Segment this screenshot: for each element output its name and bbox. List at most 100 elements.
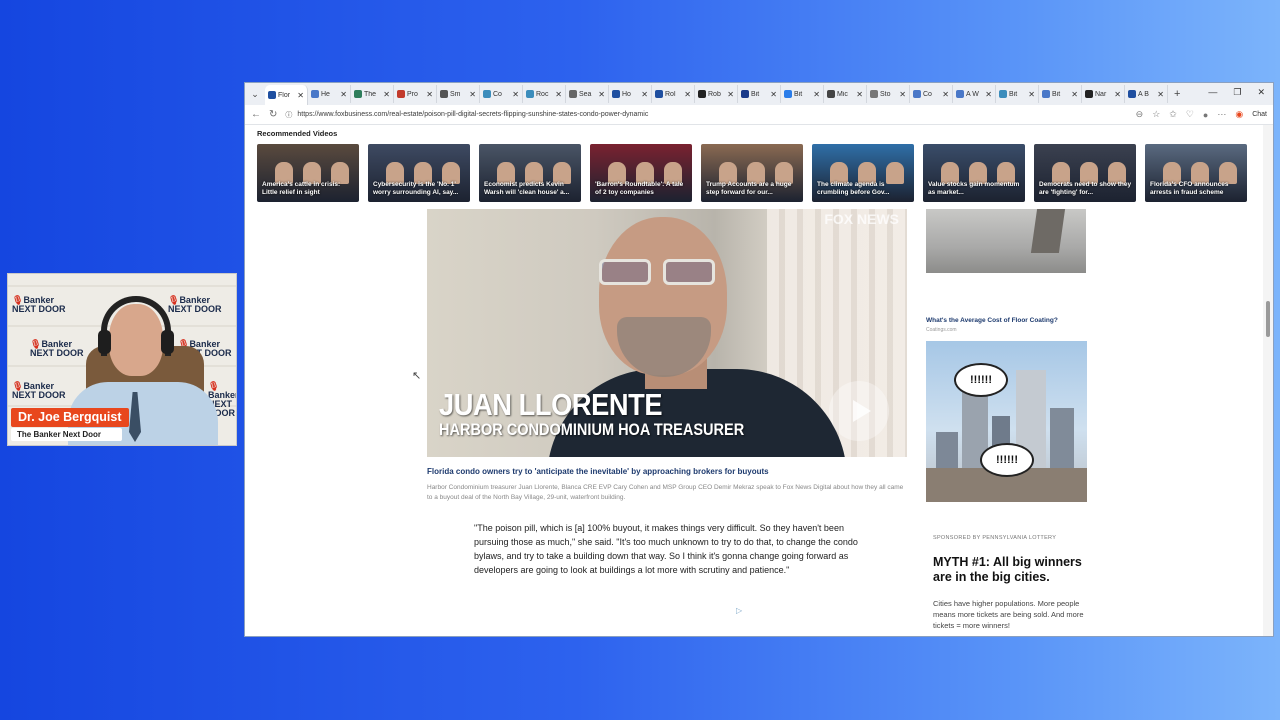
play-icon[interactable] <box>829 381 889 441</box>
tab-close-icon[interactable]: ✕ <box>942 90 949 99</box>
restore-icon[interactable]: ❐ <box>1233 87 1241 98</box>
browser-tab[interactable]: Flor ✕ <box>265 85 308 105</box>
tab-label: Bit <box>751 90 760 98</box>
browser-tab[interactable]: The ✕ <box>351 85 394 103</box>
recommended-video-card[interactable]: Democrats need to show they are 'fightin… <box>1034 144 1136 202</box>
article-quote: "The poison pill, which is [a] 100% buyo… <box>474 523 858 575</box>
tab-label: Pro <box>407 90 418 98</box>
recommended-video-caption: Florida's CFO announces arrests in fraud… <box>1150 181 1229 196</box>
tab-close-icon[interactable]: ✕ <box>899 90 906 99</box>
tab-list-chevron-icon[interactable]: ⌄ <box>245 89 265 100</box>
tab-close-icon[interactable]: ✕ <box>512 90 519 99</box>
recommended-video-card[interactable]: Economist predicts Kevin Warsh will 'cle… <box>479 144 581 202</box>
recommended-video-caption: Democrats need to show they are 'fightin… <box>1039 181 1132 196</box>
page-scrollbar[interactable] <box>1263 125 1273 636</box>
read-aloud-icon[interactable]: ⊖ <box>1136 109 1144 120</box>
url-field[interactable]: ⓘ https://www.foxbusiness.com/real-estat… <box>285 107 1127 123</box>
browser-tab[interactable]: Mic ✕ <box>824 85 867 103</box>
tab-favicon-icon <box>483 90 491 98</box>
tab-favicon-icon <box>612 90 620 98</box>
browser-tab[interactable]: Bit ✕ <box>738 85 781 103</box>
more-menu-icon[interactable]: ⋯ <box>1217 109 1226 120</box>
scrollbar-thumb[interactable] <box>1266 301 1270 337</box>
browser-tab[interactable]: Pro ✕ <box>394 85 437 103</box>
tab-close-icon[interactable]: ✕ <box>555 90 562 99</box>
tab-close-icon[interactable]: ✕ <box>1028 90 1035 99</box>
tab-close-icon[interactable]: ✕ <box>383 90 390 99</box>
browser-tab[interactable]: Bit ✕ <box>996 85 1039 103</box>
browser-tab[interactable]: Nar ✕ <box>1082 85 1125 103</box>
browser-tab[interactable]: A B ✕ <box>1125 85 1168 103</box>
tab-label: A W <box>966 90 979 98</box>
browser-tab[interactable]: Ho ✕ <box>609 85 652 103</box>
tab-close-icon[interactable]: ✕ <box>727 90 734 99</box>
tab-close-icon[interactable]: ✕ <box>684 90 691 99</box>
browser-tab[interactable]: Rob ✕ <box>695 85 738 103</box>
tab-close-icon[interactable]: ✕ <box>426 90 433 99</box>
recommended-video-card[interactable]: The climate agenda is crumbling before G… <box>812 144 914 202</box>
refresh-icon[interactable]: ↻ <box>269 109 277 120</box>
backdrop-logo: 🎙Banker NEXT DOOR <box>12 381 66 400</box>
tab-close-icon[interactable]: ✕ <box>813 90 820 99</box>
recommended-video-card[interactable]: Trump Accounts are a huge step forward f… <box>701 144 803 202</box>
tab-close-icon[interactable]: ✕ <box>985 90 992 99</box>
new-tab-button[interactable]: + <box>1168 88 1186 100</box>
tab-close-icon[interactable]: ✕ <box>1071 90 1078 99</box>
recommended-video-card[interactable]: America's cattle in crisis: Little relie… <box>257 144 359 202</box>
recommended-video-card[interactable]: Florida's CFO announces arrests in fraud… <box>1145 144 1247 202</box>
recommended-video-card[interactable]: Value stocks gain momentum as market... <box>923 144 1025 202</box>
browser-tab[interactable]: Co ✕ <box>910 85 953 103</box>
browser-tab[interactable]: Rol ✕ <box>652 85 695 103</box>
browser-tab[interactable]: Bit ✕ <box>1039 85 1082 103</box>
tab-label: Mic <box>837 90 848 98</box>
floor-coating-ad-image[interactable] <box>926 209 1086 273</box>
tab-close-icon[interactable]: ✕ <box>770 90 777 99</box>
recommended-video-card[interactable]: 'Barron's Roundtable': A tale of 2 toy c… <box>590 144 692 202</box>
tab-favicon-icon <box>397 90 405 98</box>
back-icon[interactable]: ← <box>251 109 261 120</box>
floor-coating-ad-title[interactable]: What's the Average Cost of Floor Coating… <box>926 317 1058 324</box>
copilot-icon[interactable]: ◉ <box>1235 109 1243 120</box>
profile-avatar[interactable]: ● <box>1203 110 1208 120</box>
sponsored-headline[interactable]: MYTH #1: All big winners are in the big … <box>933 555 1093 585</box>
tab-close-icon[interactable]: ✕ <box>598 90 605 99</box>
tab-favicon-icon <box>870 90 878 98</box>
browser-tab[interactable]: Sea ✕ <box>566 85 609 103</box>
tab-favicon-icon <box>268 91 276 99</box>
tab-close-icon[interactable]: ✕ <box>469 90 476 99</box>
tab-close-icon[interactable]: ✕ <box>1157 90 1164 99</box>
lottery-ad-image[interactable]: !!!!!! !!!!!! <box>926 341 1087 502</box>
browser-tab[interactable]: Bit ✕ <box>781 85 824 103</box>
tab-label: Roc <box>536 90 549 98</box>
article-video[interactable]: FOX NEWS JUAN LLORENTE HARBOR CONDOMINIU… <box>427 209 907 457</box>
browser-tab[interactable]: Sm ✕ <box>437 85 480 103</box>
site-info-icon[interactable]: ⓘ <box>285 110 292 120</box>
minimize-icon[interactable]: — <box>1208 87 1217 98</box>
chat-button[interactable]: Chat <box>1252 111 1267 118</box>
tab-close-icon[interactable]: ✕ <box>340 90 347 99</box>
close-window-icon[interactable]: ✕ <box>1257 87 1265 98</box>
tab-close-icon[interactable]: ✕ <box>1114 90 1121 99</box>
fox-news-watermark: FOX NEWS <box>824 211 899 227</box>
ad-choices-icon[interactable]: ▷ <box>736 606 742 615</box>
video-headline[interactable]: Florida condo owners try to 'anticipate … <box>427 467 769 476</box>
tab-close-icon[interactable]: ✕ <box>297 91 304 100</box>
browser-tab[interactable]: Sto ✕ <box>867 85 910 103</box>
favorite-star-icon[interactable]: ☆ <box>1152 109 1160 120</box>
tab-close-icon[interactable]: ✕ <box>641 90 648 99</box>
tab-close-icon[interactable]: ✕ <box>856 90 863 99</box>
headphone-cup <box>98 330 111 354</box>
url-text: https://www.foxbusiness.com/real-estate/… <box>297 111 649 118</box>
browser-essentials-icon[interactable]: ♡ <box>1186 109 1194 120</box>
tab-favicon-icon <box>741 90 749 98</box>
tab-strip: Flor ✕ He ✕ The ✕ Pro ✕ Sm ✕ Co ✕ Roc ✕ Sea ✕ Ho ✕ Rol ✕ Rob… <box>265 83 1168 105</box>
browser-tab[interactable]: Roc ✕ <box>523 85 566 103</box>
browser-tab[interactable]: He ✕ <box>308 85 351 103</box>
recommended-video-caption: Trump Accounts are a huge step forward f… <box>706 181 792 196</box>
browser-tab[interactable]: Co ✕ <box>480 85 523 103</box>
backdrop-logo: 🎙Banker NEXT DOOR <box>168 295 222 314</box>
favorites-icon[interactable]: ✩ <box>1169 109 1177 120</box>
tab-label: Bit <box>1009 90 1018 98</box>
recommended-video-card[interactable]: Cybersecurity is the 'No. 1' worry surro… <box>368 144 470 202</box>
browser-tab[interactable]: A W ✕ <box>953 85 996 103</box>
